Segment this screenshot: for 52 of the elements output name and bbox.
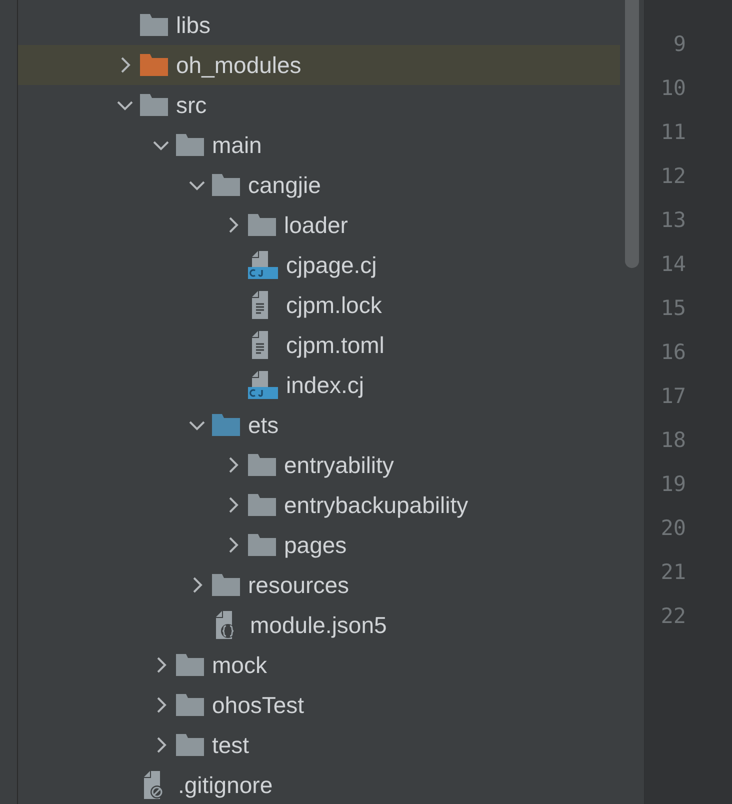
file-name: entrybackupability [284, 490, 468, 520]
file-name: module.json5 [250, 610, 387, 640]
folder-icon [248, 214, 276, 236]
file-name: test [212, 730, 250, 760]
folder-icon [140, 54, 168, 76]
folder-icon [176, 734, 204, 756]
cj-file-icon [248, 371, 278, 399]
line-number: 13 [660, 207, 687, 234]
folder-icon [248, 454, 276, 476]
line-number: 19 [660, 471, 687, 498]
file-name: mock [212, 650, 267, 680]
file-name: oh_modules [176, 50, 302, 80]
folder-icon [248, 494, 276, 516]
file-name: pages [284, 530, 347, 560]
scrollbar-thumb[interactable] [625, 0, 639, 268]
line-number: 21 [660, 559, 687, 586]
file-name: cjpm.toml [286, 330, 384, 360]
file-name: loader [284, 210, 348, 240]
file-name: cjpage.cj [286, 250, 377, 280]
folder-icon [140, 94, 168, 116]
line-number: 15 [660, 295, 687, 322]
file-name: entryability [284, 450, 394, 480]
line-number: 20 [660, 515, 687, 542]
file-name: ets [248, 410, 279, 440]
folder-icon [212, 414, 240, 436]
file-name: cjpm.lock [286, 290, 382, 320]
file-name: cangjie [248, 170, 321, 200]
file-name: .gitignore [178, 770, 273, 800]
folder-icon [248, 534, 276, 556]
line-number: 17 [660, 383, 687, 410]
line-number: 11 [660, 119, 687, 146]
line-number: 14 [660, 251, 687, 278]
file-name: resources [248, 570, 349, 600]
file-name: ohosTest [212, 690, 304, 720]
file-name: index.cj [286, 370, 364, 400]
folder-icon [212, 174, 240, 196]
tree-row-highlight[interactable]: oh_modules [18, 45, 620, 85]
file-name: main [212, 130, 262, 160]
line-number: 10 [660, 75, 687, 102]
folder-icon [176, 654, 204, 676]
folder-icon [176, 134, 204, 156]
line-number: 22 [660, 603, 687, 630]
cj-file-icon [248, 251, 278, 279]
file-name: src [176, 90, 207, 120]
line-number: 16 [660, 339, 687, 366]
file-name: libs [176, 10, 211, 40]
line-number: 9 [672, 31, 687, 58]
line-number: 12 [660, 163, 687, 190]
folder-icon [176, 694, 204, 716]
folder-icon [140, 14, 168, 36]
folder-icon [212, 574, 240, 596]
line-number: 18 [660, 427, 687, 454]
